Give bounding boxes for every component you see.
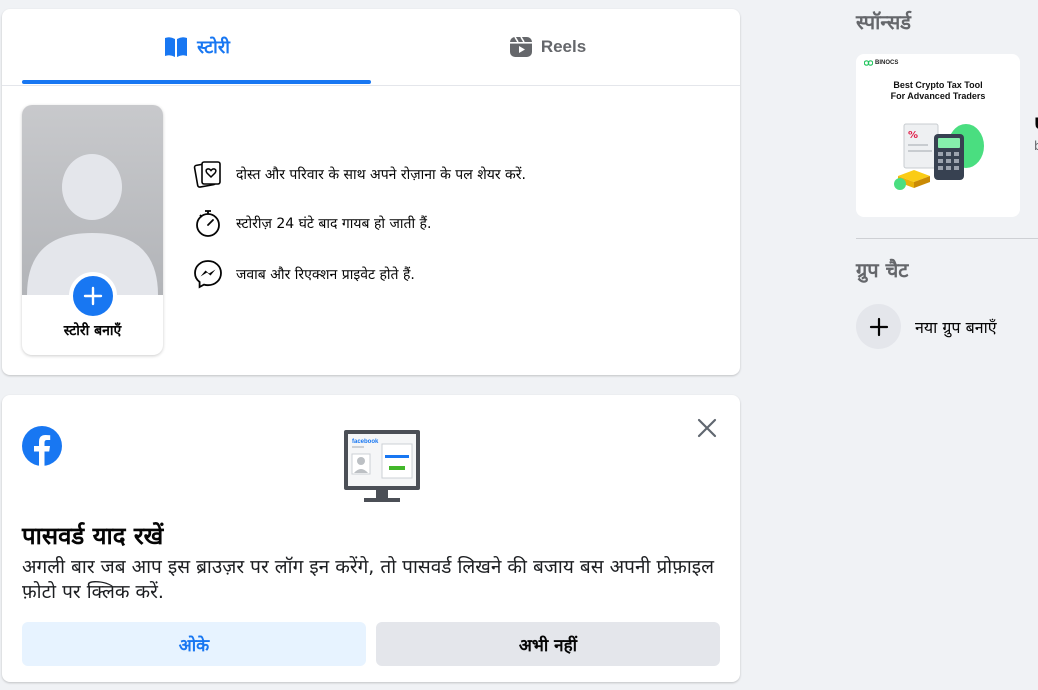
stopwatch-icon xyxy=(192,207,224,239)
ad-title-clipped: U xyxy=(1034,114,1038,133)
remember-password-description: अगली बार जब आप इस ब्राउज़र पर लॉग इन करे… xyxy=(22,556,714,603)
tab-reels-label: Reels xyxy=(540,37,587,56)
ad-brand: BINOCS xyxy=(864,60,898,66)
binocs-logo-icon xyxy=(864,60,873,66)
close-icon xyxy=(697,418,717,438)
add-story-button[interactable] xyxy=(69,272,117,320)
sponsored-heading: स्पॉन्सर्ड xyxy=(856,10,911,34)
info-text-private: जवाब और रिएक्शन प्राइवेट होते हैं. xyxy=(236,266,415,283)
ad-headline-line1: Best Crypto Tax Tool xyxy=(893,80,983,90)
remember-password-title: पासवर्ड याद रखें xyxy=(22,522,164,550)
ad-headline: Best Crypto Tax Tool For Advanced Trader… xyxy=(856,80,1020,102)
monitor-illustration: facebook xyxy=(342,428,422,510)
tab-reels[interactable]: Reels xyxy=(373,9,722,85)
photo-heart-icon xyxy=(192,158,224,190)
close-button[interactable] xyxy=(692,413,722,443)
info-item-expire: स्टोरीज़ 24 घंटे बाद गायब हो जाती हैं. xyxy=(192,207,431,239)
facebook-logo-icon xyxy=(22,426,62,466)
avatar-placeholder-icon xyxy=(27,154,158,295)
profile-placeholder-image xyxy=(22,105,163,295)
monitor-logo-text: facebook xyxy=(352,439,379,445)
stories-tabs: स्टोरी Reels xyxy=(2,9,740,86)
create-story-tile[interactable]: स्टोरी बनाएँ xyxy=(22,105,163,355)
new-group-button[interactable]: नया ग्रुप बनाएँ xyxy=(856,304,997,349)
not-now-button[interactable]: अभी नहीं xyxy=(376,622,720,666)
calculator-illustration-icon: % xyxy=(894,123,984,190)
messenger-icon xyxy=(192,258,224,290)
tab-stories-label: स्टोरी xyxy=(197,37,230,58)
new-group-icon-wrap xyxy=(856,304,901,349)
new-group-label: नया ग्रुप बनाएँ xyxy=(915,317,997,337)
info-item-share: दोस्त और परिवार के साथ अपने रोज़ाना के प… xyxy=(192,158,526,190)
info-text-expire: स्टोरीज़ 24 घंटे बाद गायब हो जाती हैं. xyxy=(236,215,432,232)
reels-icon xyxy=(509,36,532,57)
info-item-private: जवाब और रिएक्शन प्राइवेट होते हैं. xyxy=(192,258,415,290)
book-open-icon xyxy=(165,37,188,57)
sponsored-ad-image[interactable]: BINOCS Best Crypto Tax Tool For Advanced… xyxy=(856,54,1020,217)
sidebar-divider xyxy=(856,238,1038,239)
ad-subtitle-clipped: b xyxy=(1034,139,1038,153)
info-text-share: दोस्त और परिवार के साथ अपने रोज़ाना के प… xyxy=(236,166,526,183)
ad-brand-label: BINOCS xyxy=(875,60,899,66)
ok-button[interactable]: ओके xyxy=(22,622,366,666)
plus-icon xyxy=(83,286,103,306)
group-chat-heading: ग्रुप चैट xyxy=(856,258,909,282)
tab-stories[interactable]: स्टोरी xyxy=(22,9,371,85)
svg-text:%: % xyxy=(908,130,918,141)
ad-headline-line2: For Advanced Traders xyxy=(890,91,986,101)
remember-password-card: facebook पासवर्ड याद रखें अगली बार जब आप… xyxy=(2,395,740,682)
create-story-label: स्टोरी बनाएँ xyxy=(63,323,122,339)
active-tab-indicator xyxy=(22,80,371,84)
stories-card: स्टोरी Reels स्टोरी बनाएँ दोस्त और परिवा… xyxy=(2,9,740,375)
plus-icon xyxy=(869,317,888,336)
